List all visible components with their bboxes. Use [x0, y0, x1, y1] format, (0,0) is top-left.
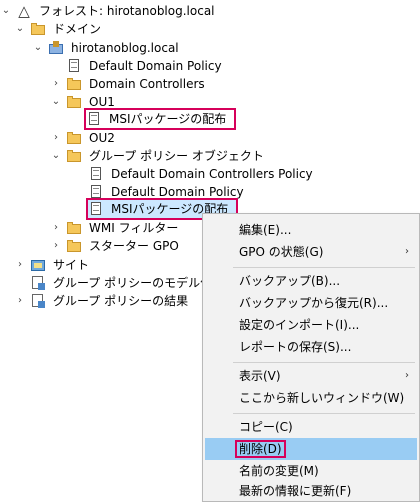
- menu-item-delete[interactable]: 削除(D): [205, 438, 417, 460]
- menu-item-gpo-status[interactable]: GPO の状態(G) ›: [205, 241, 417, 263]
- tree-item-domain[interactable]: ⌄ hirotanoblog.local: [32, 39, 181, 57]
- menu-item-refresh[interactable]: 最新の情報に更新(F): [205, 480, 417, 502]
- results-icon: [30, 293, 46, 309]
- tree-item-domains[interactable]: ⌄ ドメイン: [14, 20, 103, 38]
- menu-item-backup[interactable]: バックアップ(B)...: [205, 270, 417, 292]
- collapse-icon[interactable]: ⌄: [14, 20, 26, 38]
- context-menu: 編集(E)... GPO の状態(G) › バックアップ(B)... バックアッ…: [202, 213, 420, 502]
- domain-icon: [48, 40, 64, 56]
- menu-separator: [233, 413, 415, 414]
- collapse-icon[interactable]: ⌄: [50, 147, 62, 165]
- tree-item-label: MSIパッケージの配布: [109, 112, 227, 126]
- expand-icon[interactable]: ›: [50, 219, 62, 237]
- menu-separator: [233, 267, 415, 268]
- tree-item-starter-gpo[interactable]: › スターター GPO: [50, 237, 181, 255]
- menu-item-label: 削除(D): [235, 440, 286, 458]
- ou-folder-icon: [66, 94, 82, 110]
- tree-item-domain-controllers[interactable]: › Domain Controllers: [50, 75, 207, 93]
- ou-folder-icon: [66, 76, 82, 92]
- tree-item-ou1[interactable]: ⌄ OU1: [50, 93, 117, 111]
- expander-placeholder: [72, 165, 84, 183]
- sites-icon: [30, 257, 46, 273]
- tree-item-gp-modeling[interactable]: グループ ポリシーのモデル作成: [14, 274, 226, 292]
- expander-placeholder: [72, 183, 84, 201]
- tree-item-label: グループ ポリシーのモデル作成: [53, 276, 225, 290]
- tree-item-label: ドメイン: [53, 22, 102, 36]
- starter-gpo-folder-icon: [66, 238, 82, 254]
- menu-item-label: バックアップから復元(R)...: [239, 296, 389, 310]
- tree-item-label: スターター GPO: [89, 239, 179, 253]
- tree-item-label: グループ ポリシーの結果: [53, 294, 189, 308]
- gpo-link-icon: [86, 111, 102, 127]
- collapse-icon[interactable]: ⌄: [0, 2, 12, 20]
- tree-item-forest[interactable]: ⌄ △ フォレスト: hirotanoblog.local: [0, 2, 217, 20]
- tree-item-label: Default Domain Policy: [89, 59, 222, 73]
- menu-item-label: バックアップ(B)...: [239, 274, 341, 288]
- menu-item-label: コピー(C): [239, 420, 293, 434]
- expand-icon[interactable]: ›: [14, 256, 26, 274]
- expander-placeholder: [14, 274, 26, 292]
- tree-item-label: hirotanoblog.local: [71, 41, 179, 55]
- tree-item-wmi-filters[interactable]: › WMI フィルター: [50, 219, 180, 237]
- menu-item-new-window[interactable]: ここから新しいウィンドウ(W): [205, 387, 417, 409]
- gpo-icon: [88, 166, 104, 182]
- wmi-folder-icon: [66, 220, 82, 236]
- menu-item-label: 最新の情報に更新(F): [239, 484, 352, 498]
- tree-item-default-domain-policy[interactable]: Default Domain Policy: [72, 183, 246, 201]
- domains-folder-icon: [30, 21, 46, 37]
- tree-item-label: Default Domain Controllers Policy: [111, 167, 313, 181]
- menu-item-view[interactable]: 表示(V) ›: [205, 365, 417, 387]
- menu-item-label: 名前の変更(M): [239, 464, 319, 478]
- menu-item-import-settings[interactable]: 設定のインポート(I)...: [205, 314, 417, 336]
- menu-separator: [233, 362, 415, 363]
- tree-item-label: OU1: [89, 95, 115, 109]
- menu-item-label: ここから新しいウィンドウ(W): [239, 391, 405, 405]
- expand-icon[interactable]: ›: [50, 129, 62, 147]
- expand-icon[interactable]: ›: [50, 75, 62, 93]
- menu-item-rename[interactable]: 名前の変更(M): [205, 460, 417, 482]
- tree-item-label: サイト: [53, 258, 90, 272]
- expander-placeholder: [50, 57, 62, 75]
- gpo-folder-icon: [66, 148, 82, 164]
- tree-item-default-domain-policy-link[interactable]: Default Domain Policy: [50, 57, 224, 75]
- menu-item-restore[interactable]: バックアップから復元(R)...: [205, 292, 417, 314]
- modeling-icon: [30, 275, 46, 291]
- expand-icon[interactable]: ›: [14, 292, 26, 310]
- gpo-link-icon: [66, 58, 82, 74]
- tree-item-label: WMI フィルター: [89, 221, 179, 235]
- tree-item-ou2[interactable]: › OU2: [50, 129, 117, 147]
- menu-item-label: レポートの保存(S)...: [239, 340, 352, 354]
- tree-item-default-dc-policy[interactable]: Default Domain Controllers Policy: [72, 165, 315, 183]
- menu-item-copy[interactable]: コピー(C): [205, 416, 417, 438]
- tree-item-sites[interactable]: › サイト: [14, 256, 91, 274]
- tree-item-gpo-container[interactable]: ⌄ グループ ポリシー オブジェクト: [50, 147, 266, 165]
- tree-item-label: グループ ポリシー オブジェクト: [89, 149, 264, 163]
- tree-item-label: Domain Controllers: [89, 77, 205, 91]
- ou-folder-icon: [66, 130, 82, 146]
- menu-item-save-report[interactable]: レポートの保存(S)...: [205, 336, 417, 358]
- menu-item-label: GPO の状態(G): [239, 245, 324, 259]
- tree-item-label: Default Domain Policy: [111, 185, 244, 199]
- tree-item-label: OU2: [89, 131, 115, 145]
- tree-item-label: フォレスト: hirotanoblog.local: [39, 4, 215, 18]
- collapse-icon[interactable]: ⌄: [50, 93, 62, 111]
- tree-item-gp-results[interactable]: › グループ ポリシーの結果: [14, 292, 190, 310]
- submenu-arrow-icon: ›: [405, 370, 409, 381]
- menu-item-edit[interactable]: 編集(E)...: [205, 219, 417, 241]
- menu-item-label: 表示(V): [239, 369, 281, 383]
- menu-item-label: 設定のインポート(I)...: [239, 318, 360, 332]
- forest-icon: △: [18, 2, 30, 20]
- collapse-icon[interactable]: ⌄: [32, 39, 44, 57]
- menu-item-label: 編集(E)...: [239, 223, 292, 237]
- expand-icon[interactable]: ›: [50, 237, 62, 255]
- tree-item-ou1-msi-link[interactable]: MSIパッケージの配布: [83, 108, 237, 130]
- submenu-arrow-icon: ›: [405, 246, 409, 257]
- gpo-icon: [88, 184, 104, 200]
- gpo-icon: [88, 201, 104, 217]
